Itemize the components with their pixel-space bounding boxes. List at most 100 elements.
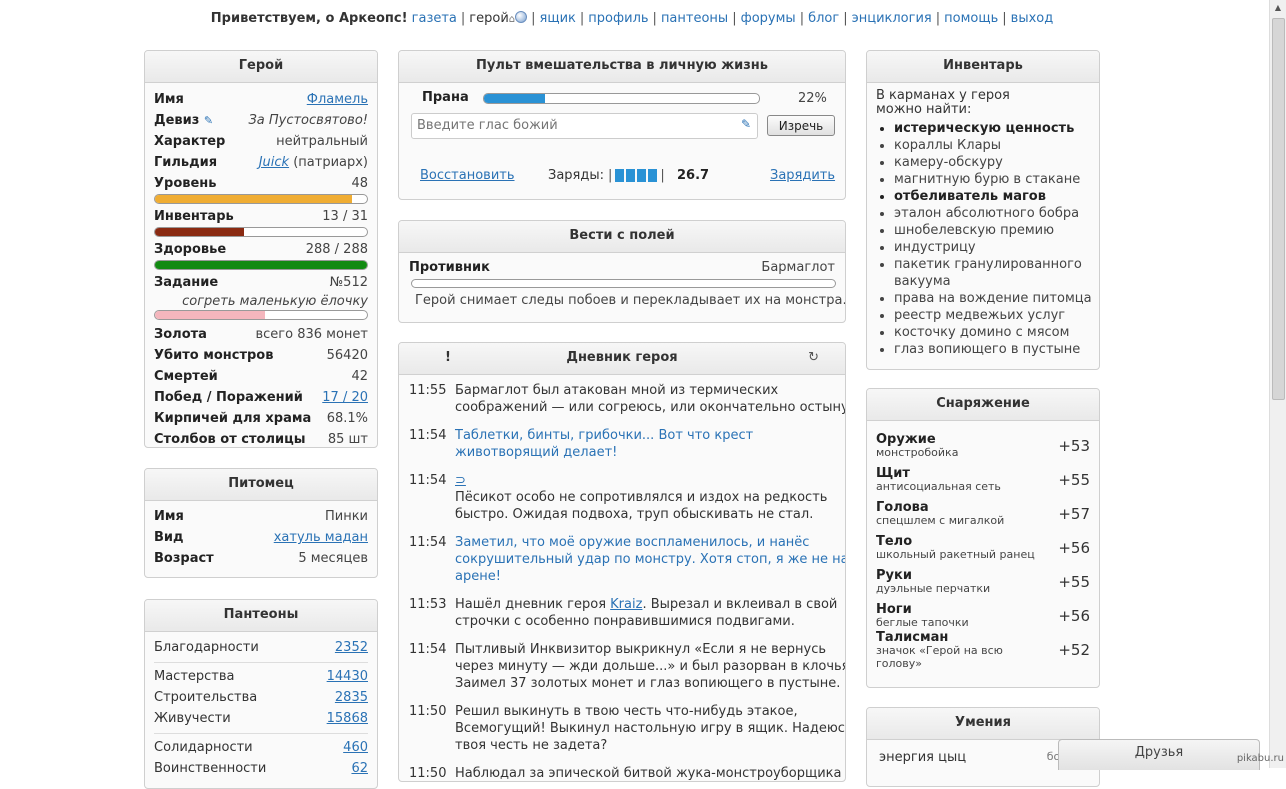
pencil-icon[interactable]: ✎	[204, 114, 213, 127]
hero-bricks-label: Кирпичей для храма	[154, 411, 312, 426]
pantheon-group: Благодарности 2352	[154, 637, 368, 658]
feather-icon[interactable]: ✎	[741, 117, 751, 131]
diary-hero-link[interactable]: Kraiz	[610, 597, 642, 612]
pantheon-rank-link[interactable]: 14430	[327, 666, 368, 687]
news-text: Герой снимает следы побоев и перекладыва…	[415, 293, 846, 308]
nav-link-newspaper[interactable]: газета	[412, 11, 457, 26]
scroll-up-icon[interactable]: ▲	[1270, 0, 1286, 16]
equipment-item-info: Тело школьный ракетный ранец	[876, 535, 1035, 561]
diary-line: быстро. Ожидая подвоха, труп обыскивать …	[455, 507, 814, 522]
arrow-link-icon[interactable]: ⊃	[455, 473, 466, 488]
inventory-panel-title: Инвентарь	[867, 51, 1099, 83]
charge-cell	[626, 169, 636, 182]
page-scrollbar[interactable]: ▲	[1269, 0, 1286, 768]
hero-guild-link[interactable]: Juick	[259, 155, 289, 170]
equipment-slot: Оружие	[876, 432, 936, 447]
equipment-item: Оружие монстробойка +53	[876, 429, 1090, 463]
equipment-bonus: +56	[1058, 539, 1090, 557]
pantheon-group: Мастерства 14430 Строительства 2835 Живучест…	[154, 662, 368, 729]
charge-cell	[648, 169, 658, 182]
inventory-item: косточку домино с мясом	[894, 324, 1099, 341]
scrollbar-thumb[interactable]	[1272, 18, 1285, 400]
nav-link-encyclogy[interactable]: энциклогия	[852, 11, 932, 26]
equipment-panel-title: Снаряжение	[867, 389, 1099, 421]
pantheon-rank-link[interactable]: 15868	[327, 708, 368, 729]
diary-entry-time: 11:54	[409, 642, 447, 657]
control-panel-title: Пульт вмешательства в личную жизнь	[399, 51, 845, 83]
nav-separator: |	[652, 11, 657, 26]
pantheon-row: Воинственности 62	[154, 758, 368, 779]
pantheon-row: Благодарности 2352	[154, 637, 368, 658]
diary-line: Пытливый Инквизитор выкрикнул «Если я не…	[455, 642, 827, 657]
hero-wins-link[interactable]: 17 / 20	[322, 387, 368, 408]
nav-separator: |	[460, 11, 466, 26]
exclamation-icon[interactable]: !	[445, 343, 451, 372]
friends-tab[interactable]: Друзья	[1058, 739, 1260, 770]
equipment-bonus: +55	[1058, 573, 1090, 591]
pantheon-rank-link[interactable]: 62	[351, 758, 368, 779]
equipment-item-info: Оружие монстробойка	[876, 433, 958, 459]
inventory-item: глаз вопиющего в пустыне	[894, 341, 1099, 358]
equipment-item: Тело школьный ракетный ранец +56	[876, 531, 1090, 565]
nav-link-help[interactable]: помощь	[944, 11, 998, 26]
diary-panel-title-bar: ! Дневник героя ↻	[399, 343, 845, 375]
pantheon-label: Мастерства	[154, 669, 235, 684]
inventory-item: индустрицу	[894, 239, 1099, 256]
nav-link-profile[interactable]: профиль	[588, 11, 648, 26]
equipment-name: беглые тапочки	[876, 616, 969, 629]
diary-entry: 11:54 Пытливый Инквизитор выкрикнул «Если…	[409, 641, 845, 692]
nav-link-box[interactable]: ящик	[540, 11, 576, 26]
equipment-item-info: Щит антисоциальная сеть	[876, 467, 1001, 493]
equipment-item-info: Ноги беглые тапочки	[876, 603, 969, 629]
diary-line: Заметил, что моё оружие воспламенилось, …	[455, 535, 810, 550]
pantheon-rank-link[interactable]: 460	[343, 737, 368, 758]
hero-motto-label: Девиз	[154, 113, 200, 128]
inventory-bar	[154, 227, 368, 237]
nav-link-blog[interactable]: блог	[808, 11, 839, 26]
hero-quest-text: согреть маленькую ёлочку	[182, 294, 368, 309]
diary-line: через минуту — жди дольше...» и был разо…	[455, 659, 846, 674]
hero-health-label: Здоровье	[154, 242, 227, 257]
nav-link-forums[interactable]: форумы	[741, 11, 796, 26]
hero-deaths: 42	[351, 369, 368, 384]
hero-level: 48	[351, 176, 368, 191]
quest-bar-fill	[155, 311, 266, 319]
nav-separator: |	[843, 11, 848, 26]
nav-link-logout[interactable]: выход	[1011, 11, 1054, 26]
equipment-bonus: +57	[1058, 505, 1090, 523]
charges-label: Заряды:	[548, 168, 605, 183]
voice-input[interactable]	[412, 114, 732, 136]
inventory-list: истерическую ценностькораллы Кларыкамеру…	[867, 120, 1099, 358]
diary-entry: 11:53 Нашёл дневник героя Kraiz. Вырезал …	[409, 596, 837, 630]
health-bar-fill	[155, 261, 367, 269]
pet-age-label: Возраст	[154, 551, 214, 566]
pantheon-rank-link[interactable]: 2835	[335, 687, 368, 708]
charge-link[interactable]: Зарядить	[770, 168, 835, 183]
pet-name-label: Имя	[154, 509, 184, 524]
pantheon-rank-link[interactable]: 2352	[335, 637, 368, 658]
quest-bar	[154, 310, 368, 320]
equipment-item: Голова спецшлем с мигалкой +57	[876, 497, 1090, 531]
diary-entry-text: Заметил, что моё оружие воспламенилось, …	[455, 534, 846, 585]
inventory-item: камеру-обскуру	[894, 154, 1099, 171]
pet-kind-link[interactable]: хатуль мадан	[274, 527, 368, 548]
diary-entry-time: 11:55	[409, 383, 447, 398]
nav-separator: |	[579, 11, 585, 26]
pantheon-row: Живучести 15868	[154, 708, 368, 729]
diary-entry: 11:54 Таблетки, бинты, грибочки... Вот чт…	[409, 427, 835, 461]
pantheon-label: Воинственности	[154, 761, 267, 776]
hero-name-link[interactable]: Фламель	[307, 89, 368, 110]
inventory-item: истерическую ценность	[894, 120, 1099, 137]
pantheon-row: Солидарности 460	[154, 737, 368, 758]
restore-link[interactable]: Восстановить	[420, 168, 515, 183]
say-button[interactable]: Изречь	[767, 115, 835, 136]
prana-bar-fill	[484, 94, 545, 103]
refresh-icon[interactable]: ↻	[808, 343, 819, 372]
equipment-slot: Ноги	[876, 602, 912, 617]
nav-separator: |	[799, 11, 805, 26]
globe-icon[interactable]	[515, 11, 528, 23]
diary-line: сокрушительный удар по монстру. Хотя сто…	[455, 552, 846, 567]
nav-link-pantheons[interactable]: пантеоны	[661, 11, 728, 26]
hero-deaths-label: Смертей	[154, 369, 218, 384]
hero-wins-label: Побед / Поражений	[154, 390, 303, 405]
